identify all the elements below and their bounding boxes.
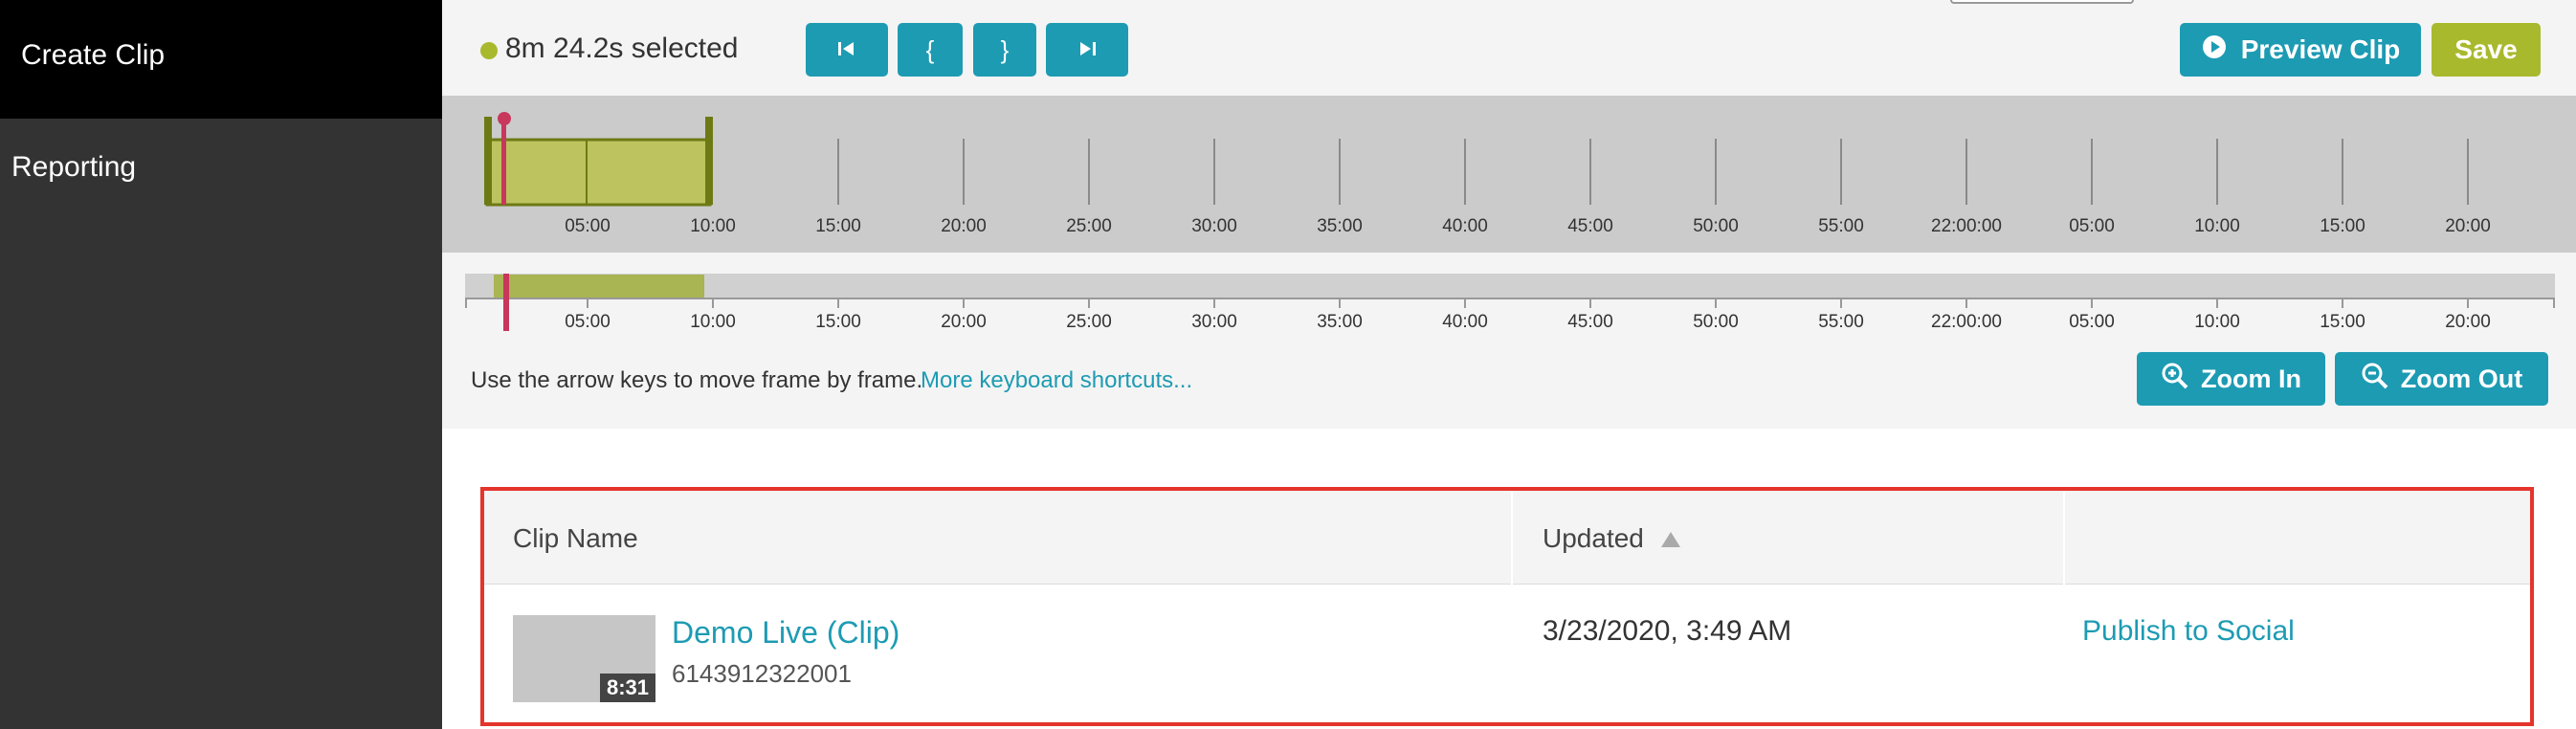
overview-selection[interactable]: [494, 275, 704, 298]
zoomed-tick-label: 20:00: [941, 216, 987, 236]
duration-badge: 8:31: [599, 674, 655, 702]
playhead[interactable]: [501, 121, 506, 205]
overview-tick-label: 22:00:00: [1931, 312, 2002, 332]
overview-tick-label: 55:00: [1818, 312, 1864, 332]
overview-tick-marks: [587, 298, 2469, 308]
zoomed-tick-label: 45:00: [1567, 216, 1613, 236]
zoom-out-icon: [2361, 362, 2389, 397]
overview-tick-label: 20:00: [941, 312, 987, 332]
overview-tick-label: 35:00: [1317, 312, 1363, 332]
selection-end-handle[interactable]: [705, 117, 713, 205]
overview-tick-label: 05:00: [565, 312, 611, 332]
sort-ascending-icon: [1660, 523, 1680, 554]
overview-tick-label: 45:00: [1567, 312, 1613, 332]
zoomed-tick-label: 55:00: [1818, 216, 1864, 236]
zoomed-tick-label: 50:00: [1693, 216, 1739, 236]
overview-tick-label: 25:00: [1066, 312, 1112, 332]
clip-editor-page: Create Clip Reporting 8m 24.2s selected …: [0, 0, 2576, 729]
zoomed-tick-label: 05:00: [565, 216, 611, 236]
column-divider: [2063, 491, 2065, 585]
clip-thumbnail[interactable]: 8:31: [513, 615, 655, 702]
overview-tick-label: 10:00: [690, 312, 736, 332]
table-header: Clip Name Updated: [484, 491, 2530, 585]
clip-name-link[interactable]: Demo Live (Clip): [672, 615, 899, 651]
column-updated[interactable]: Updated: [1543, 523, 1680, 554]
publish-to-social-link[interactable]: Publish to Social: [2082, 615, 2295, 648]
column-updated-label: Updated: [1543, 523, 1644, 553]
zoom-in-label: Zoom In: [2201, 364, 2301, 393]
overview-tick-label: 15:00: [815, 312, 861, 332]
zoomed-tick-label: 15:00: [2320, 216, 2365, 236]
zoomed-tick-marks: [837, 139, 2469, 205]
zoomed-tick-label: 10:00: [690, 216, 736, 236]
overview-tick-label: 50:00: [1693, 312, 1739, 332]
playhead-knob[interactable]: [498, 112, 511, 125]
clip-id: 6143912322001: [672, 659, 852, 688]
overview-tick-label: 05:00: [2069, 312, 2115, 332]
overview-tick-label: 40:00: [1442, 312, 1488, 332]
overview-tick-label: 20:00: [2445, 312, 2491, 332]
zoomed-tick-label: 15:00: [815, 216, 861, 236]
zoomed-tick-label: 20:00: [2445, 216, 2491, 236]
keyboard-shortcuts-link[interactable]: More keyboard shortcuts...: [921, 367, 1192, 394]
selection-start-handle[interactable]: [484, 117, 492, 205]
overview-playhead[interactable]: [503, 274, 509, 331]
column-clip-name[interactable]: Clip Name: [513, 523, 638, 554]
zoom-out-label: Zoom Out: [2400, 364, 2523, 393]
zoomed-tick-label: 05:00: [2069, 216, 2115, 236]
overview-tick-label: 10:00: [2194, 312, 2240, 332]
zoomed-tick-label: 35:00: [1317, 216, 1363, 236]
zoom-out-button[interactable]: Zoom Out: [2335, 352, 2548, 406]
clip-updated: 3/23/2020, 3:49 AM: [1543, 615, 1792, 647]
zoom-in-button[interactable]: Zoom In: [2137, 352, 2325, 406]
keyboard-hint: Use the arrow keys to move frame by fram…: [471, 367, 923, 393]
overview-tick-label: 15:00: [2320, 312, 2365, 332]
zoomed-tick-label: 25:00: [1066, 216, 1112, 236]
zoomed-tick-label: 30:00: [1191, 216, 1237, 236]
column-divider: [1511, 491, 1513, 585]
zoomed-tick-label: 40:00: [1442, 216, 1488, 236]
clips-table: Clip Name Updated 8:31 Demo Live (Clip) …: [480, 487, 2534, 726]
zoom-in-icon: [2161, 362, 2189, 397]
zoomed-tick-label: 22:00:00: [1931, 216, 2002, 236]
selection-range[interactable]: [485, 138, 712, 207]
zoomed-tick-label: 10:00: [2194, 216, 2240, 236]
overview-tick-label: 30:00: [1191, 312, 1237, 332]
